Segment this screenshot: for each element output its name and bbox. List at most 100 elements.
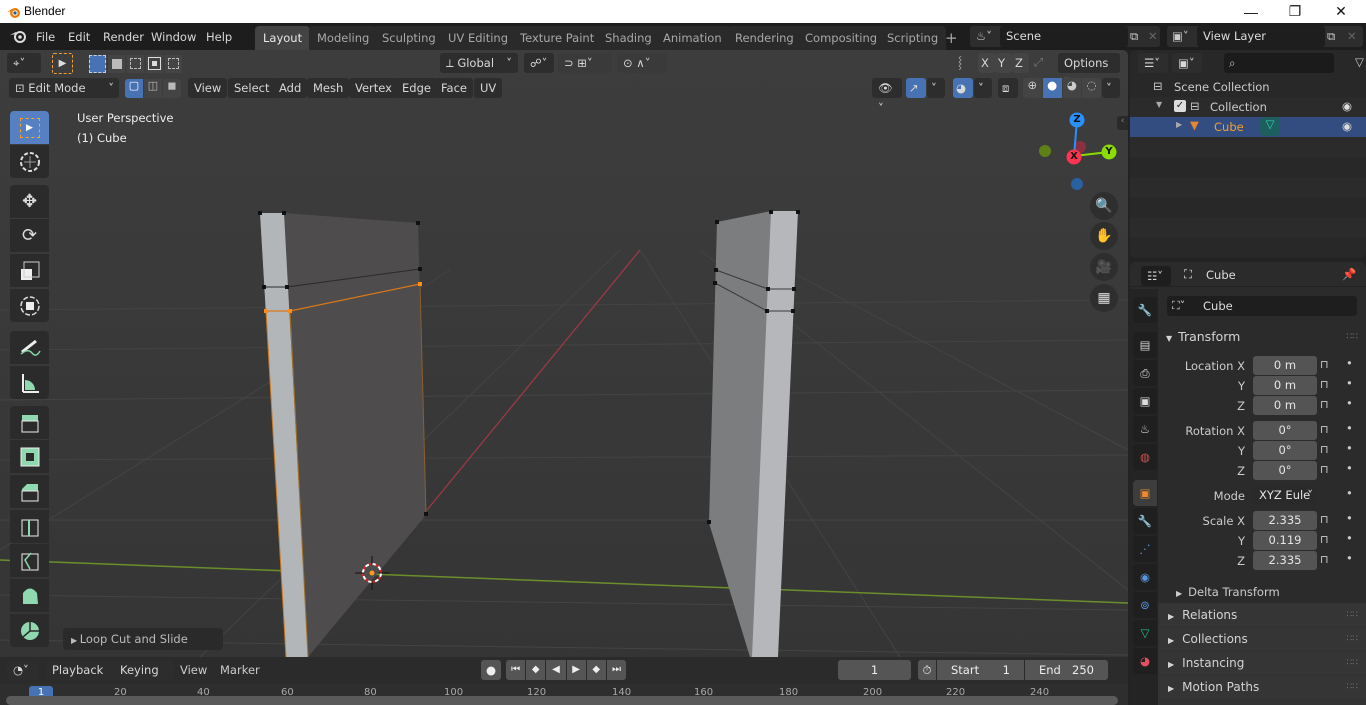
menu-add[interactable]: Add — [273, 78, 308, 98]
relations-panel-header[interactable]: ▶ Relations ∷∷ — [1160, 604, 1366, 626]
keyframe-dot-icon[interactable]: • — [1346, 356, 1353, 370]
outliner-row-collection[interactable]: ▼ ✓ ⊟ Collection ◉ — [1130, 97, 1366, 117]
tab-layout[interactable]: Layout — [255, 26, 311, 50]
gizmo-toggle[interactable]: ↗ — [906, 78, 926, 98]
tool-bevel[interactable] — [10, 475, 49, 508]
editor-type-button[interactable]: ⌖˅ — [7, 53, 41, 73]
solid-shading-icon[interactable]: ● — [1042, 78, 1062, 98]
blender-menu-icon[interactable] — [9, 28, 27, 44]
keyframe-dot-icon[interactable]: • — [1346, 441, 1353, 455]
mirror-icon[interactable]: ⸾ — [958, 55, 962, 70]
tab-compositing[interactable]: Compositing — [797, 26, 886, 50]
menu-file[interactable]: File — [30, 27, 61, 47]
timeline-scrollbar[interactable] — [6, 696, 1118, 705]
end-frame-field[interactable]: End 250 — [1025, 660, 1108, 680]
wireframe-shading-icon[interactable]: ⊕ — [1023, 78, 1042, 98]
lock-icon[interactable]: ⊓ — [1320, 553, 1329, 566]
overlay-dropdown[interactable]: ˅ — [974, 78, 992, 98]
tab-shading[interactable]: Shading — [597, 26, 660, 50]
gizmo-dropdown[interactable]: ˅ — [927, 78, 945, 98]
new-view-layer-icon[interactable]: ⧉ — [1327, 26, 1335, 46]
keyframe-dot-icon[interactable]: • — [1346, 461, 1353, 475]
keyframe-dot-icon[interactable]: • — [1346, 376, 1353, 390]
overlay-toggle[interactable]: ◕ — [953, 78, 973, 98]
tool-scale[interactable] — [10, 254, 49, 287]
options-dropdown[interactable]: Options ˅ — [1058, 53, 1120, 90]
outliner-search-input[interactable]: ⌕ — [1224, 53, 1334, 73]
lock-icon[interactable]: ⊓ — [1320, 533, 1329, 546]
eye-icon[interactable]: ◉ — [1342, 99, 1352, 113]
mesh-data-icon[interactable]: ▽ — [1260, 117, 1280, 136]
lock-icon[interactable]: ⊓ — [1320, 513, 1329, 526]
3d-viewport[interactable]: Z Y X ⌖˅ ▶ ⟂ Global ˅ ☍˅ ⊃ ⊞˅ ⊙ ∧˅ ⸾ X Y … — [0, 50, 1128, 657]
transform-orientation-dropdown[interactable]: ⟂ Global ˅ — [440, 53, 518, 73]
menu-edit[interactable]: Edit — [62, 27, 96, 47]
eye-icon[interactable]: ◉ — [1342, 119, 1352, 133]
outliner-editor-type[interactable]: ☰˅ — [1138, 53, 1168, 73]
select-new-icon[interactable] — [89, 55, 106, 73]
menu-select[interactable]: Select — [228, 78, 276, 98]
menu-help[interactable]: Help — [200, 27, 238, 47]
tool-loop-cut[interactable] — [10, 510, 49, 543]
menu-render[interactable]: Render — [97, 27, 150, 47]
sidebar-toggle-icon[interactable]: ‹ — [1117, 116, 1128, 130]
snap-toggle[interactable]: ⊃ ⊞˅ — [558, 53, 612, 73]
next-keyframe-icon[interactable]: ◆ — [586, 660, 606, 680]
tool-inset[interactable] — [10, 440, 49, 473]
collection-checkbox[interactable]: ✓ — [1174, 100, 1186, 112]
rotation-mode-dropdown[interactable]: XYZ Eule ˅ — [1253, 486, 1317, 505]
delta-transform-subpanel[interactable]: ▶ Delta Transform — [1176, 583, 1280, 601]
close-button[interactable]: ✕ — [1318, 0, 1364, 23]
add-workspace-button[interactable]: + — [941, 26, 962, 50]
scale-z-field[interactable]: 2.335 — [1253, 551, 1317, 570]
rotation-z-field[interactable]: 0° — [1253, 461, 1317, 480]
drag-handle-icon[interactable]: ∷∷ — [1347, 326, 1358, 348]
menu-edge[interactable]: Edge — [396, 78, 437, 98]
edge-select-icon[interactable]: ◫ — [144, 79, 162, 98]
delete-view-layer-icon[interactable]: ✕ — [1347, 26, 1357, 46]
tab-constraints[interactable]: ⊚ — [1133, 592, 1157, 618]
viewport-scene[interactable] — [0, 50, 1128, 657]
vertex-select-icon[interactable]: ▢ — [125, 79, 143, 98]
expand-arrow-icon[interactable]: ▶ — [1176, 120, 1182, 129]
filter-icon[interactable]: ▽ — [1355, 55, 1364, 69]
menu-view[interactable]: View — [180, 663, 207, 677]
lock-icon[interactable]: ⊓ — [1320, 378, 1329, 391]
prev-keyframe-icon[interactable]: ◆ — [526, 660, 546, 680]
play-reverse-icon[interactable]: ◀ — [546, 660, 566, 680]
menu-marker[interactable]: Marker — [220, 663, 260, 677]
tool-select-box[interactable]: ▶ — [10, 111, 49, 144]
display-mode-dropdown[interactable]: ▣˅ — [1172, 53, 1202, 73]
rotation-x-field[interactable]: 0° — [1253, 421, 1317, 440]
mode-dropdown[interactable]: ⊡ Edit Mode ˅ — [9, 78, 119, 98]
tool-extrude[interactable] — [10, 406, 49, 439]
drag-handle-icon[interactable]: ∷∷ — [1347, 652, 1358, 674]
tool-poly-build[interactable] — [10, 579, 49, 612]
current-frame-field[interactable]: 1 — [838, 660, 911, 680]
visibility-dropdown[interactable]: 👁˅ — [872, 78, 902, 115]
tool-knife[interactable] — [10, 544, 49, 577]
scene-name-field[interactable]: Scene — [1000, 26, 1128, 47]
gizmo-x-label[interactable]: X — [1070, 151, 1078, 162]
start-frame-field[interactable]: Start 1 — [937, 660, 1024, 680]
lock-icon[interactable]: ⊓ — [1320, 443, 1329, 456]
record-button[interactable]: ● — [481, 660, 501, 680]
lock-icon[interactable]: ⊓ — [1320, 423, 1329, 436]
select-tool-icon[interactable]: ▶ — [52, 53, 73, 74]
collections-panel-header[interactable]: ▶ Collections ∷∷ — [1160, 628, 1366, 650]
tool-transform[interactable] — [10, 289, 49, 322]
keyframe-dot-icon[interactable]: • — [1346, 396, 1353, 410]
timeline-editor-type[interactable]: ◔˅ — [7, 660, 39, 680]
tab-sculpting[interactable]: Sculpting — [374, 26, 444, 50]
keyframe-dot-icon[interactable]: • — [1346, 531, 1353, 545]
timeline-ruler[interactable]: 1 20 40 60 80 100 120 140 160 180 200 22… — [0, 684, 1128, 705]
drag-handle-icon[interactable]: ∷∷ — [1347, 604, 1358, 626]
tab-uv-editing[interactable]: UV Editing — [440, 26, 516, 50]
maximize-button[interactable]: ❐ — [1272, 0, 1318, 23]
jump-start-icon[interactable]: ⏮ — [506, 660, 526, 680]
menu-window[interactable]: Window — [145, 27, 202, 47]
xray-toggle[interactable]: ⧈ — [998, 78, 1018, 98]
scene-selector[interactable]: ♨˅ Scene ⧉ ✕ — [970, 26, 1160, 47]
keyframe-dot-icon[interactable]: • — [1346, 511, 1353, 525]
keying-dropdown[interactable]: Keying ˅ — [114, 660, 174, 697]
